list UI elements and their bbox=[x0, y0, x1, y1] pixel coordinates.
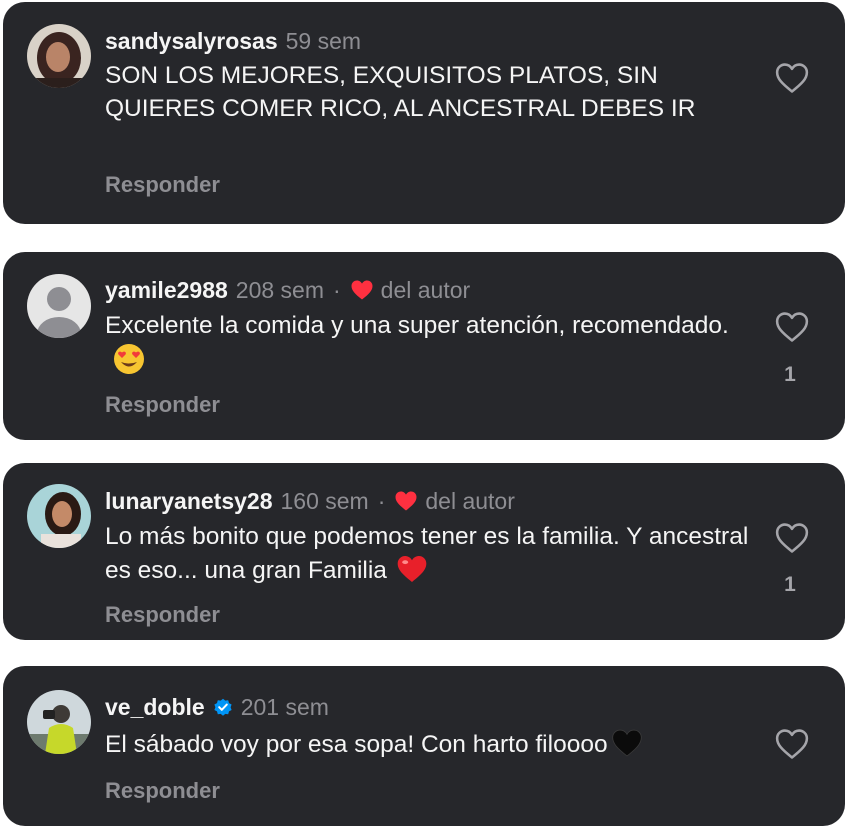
like-button[interactable] bbox=[775, 62, 809, 94]
comment-card: sandysalyrosas 59 sem SON LOS MEJORES, E… bbox=[3, 2, 845, 224]
comment-text-content: SON LOS MEJORES, EXQUISITOS PLATOS, SIN … bbox=[105, 62, 696, 122]
red-heart-emoji bbox=[395, 554, 429, 594]
verified-badge-icon bbox=[213, 697, 233, 717]
comment-time: 201 sem bbox=[240, 693, 329, 720]
comment-card: yamile2988 208 sem · del autor Excelente… bbox=[3, 252, 845, 440]
comment-text: Excelente la comida y una super atención… bbox=[105, 310, 745, 384]
liked-by-author-label: del autor bbox=[425, 487, 515, 514]
reply-button[interactable]: Responder bbox=[105, 778, 220, 804]
comment-header: ve_doble 201 sem bbox=[105, 692, 329, 722]
liked-by-author-label: del autor bbox=[380, 276, 471, 303]
comment-text-content: El sábado voy por esa sopa! Con harto fi… bbox=[105, 731, 608, 758]
comment-time: 59 sem bbox=[285, 27, 362, 54]
like-button[interactable] bbox=[775, 728, 809, 760]
comment-text: SON LOS MEJORES, EXQUISITOS PLATOS, SIN … bbox=[105, 60, 745, 125]
like-count: 1 bbox=[784, 363, 796, 386]
author-heart-icon bbox=[394, 490, 418, 512]
reply-button[interactable]: Responder bbox=[105, 392, 220, 418]
comment-header: sandysalyrosas 59 sem bbox=[105, 26, 361, 56]
separator-dot: · bbox=[377, 487, 386, 514]
heart-outline-icon bbox=[775, 523, 809, 553]
like-button[interactable] bbox=[775, 522, 809, 554]
like-button[interactable] bbox=[775, 311, 809, 343]
comment-time: 208 sem bbox=[235, 276, 324, 303]
avatar[interactable] bbox=[27, 274, 91, 338]
heart-outline-icon bbox=[775, 729, 809, 759]
separator-dot: · bbox=[333, 276, 341, 303]
like-count: 1 bbox=[784, 573, 796, 596]
author-heart-icon bbox=[350, 279, 374, 301]
comment-text: El sábado voy por esa sopa! Con harto fi… bbox=[105, 728, 745, 768]
comment-text: Lo más bonito que podemos tener es la fa… bbox=[105, 521, 755, 593]
username[interactable]: lunaryanetsy28 bbox=[105, 488, 272, 515]
comment-card: ve_doble 201 sem El sábado voy por esa s… bbox=[3, 666, 845, 826]
username[interactable]: ve_doble bbox=[105, 694, 205, 721]
comment-text-content: Excelente la comida y una super atención… bbox=[105, 312, 729, 339]
comment-header: yamile2988 208 sem · del autor bbox=[105, 275, 470, 305]
avatar[interactable] bbox=[27, 484, 91, 548]
heart-outline-icon bbox=[775, 312, 809, 342]
comment-time: 160 sem bbox=[280, 487, 369, 514]
comment-header: lunaryanetsy28 160 sem · del autor bbox=[105, 486, 515, 516]
black-heart-emoji bbox=[610, 728, 644, 768]
reply-button[interactable]: Responder bbox=[105, 172, 220, 198]
username[interactable]: sandysalyrosas bbox=[105, 28, 278, 55]
avatar[interactable] bbox=[27, 690, 91, 754]
avatar[interactable] bbox=[27, 24, 91, 88]
username[interactable]: yamile2988 bbox=[105, 277, 228, 304]
heart-eyes-emoji bbox=[113, 343, 145, 385]
reply-button[interactable]: Responder bbox=[105, 602, 220, 628]
heart-outline-icon bbox=[775, 63, 809, 93]
comment-card: lunaryanetsy28 160 sem · del autor Lo má… bbox=[3, 463, 845, 640]
